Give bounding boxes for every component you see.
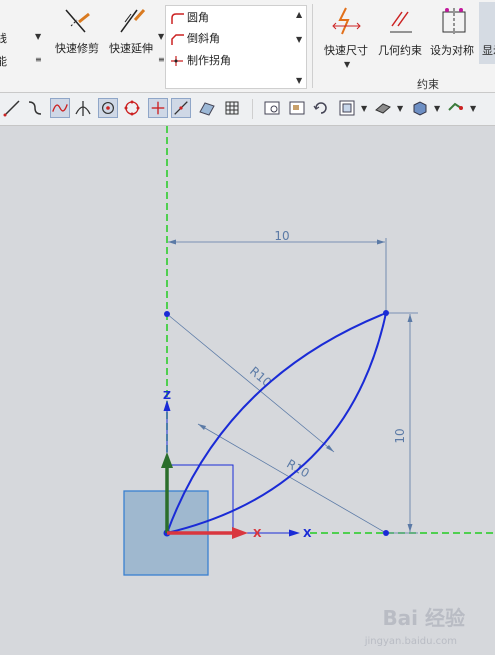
quick-trim-button[interactable]: 快速修剪 <box>52 4 104 64</box>
shaded-view-icon[interactable] <box>410 98 430 118</box>
ribbon: 线 能 ▼ ≡ 快速修剪 快速延伸 ▼ ≡ 圆角 倒斜角 制作拐角 ▲ ▼ ▼ … <box>0 0 495 93</box>
radius-dimension-upper[interactable]: R10 <box>166 313 335 453</box>
zoom-view-icon[interactable] <box>287 98 307 118</box>
csys-z-arrow-icon <box>161 452 173 468</box>
make-corner-icon <box>171 56 183 66</box>
set-symmetric-icon <box>442 8 466 34</box>
list-expand-icon[interactable]: ▼ <box>296 76 302 85</box>
fillet-item[interactable]: 圆角 <box>170 9 209 25</box>
quick-extend-icon <box>120 8 146 33</box>
radius-dimension-lower[interactable]: R10 <box>197 423 387 534</box>
geometric-constraint-button[interactable]: 几何约束 <box>376 4 426 64</box>
toolbar-separator <box>252 99 253 119</box>
dropdown-arrow-icon[interactable]: ▼ <box>344 60 350 69</box>
fit-view-icon[interactable] <box>262 98 282 118</box>
quick-trim-icon <box>65 9 90 33</box>
sketch-canvas[interactable]: 10 10 R10 R10 Z X X <box>0 126 495 655</box>
fillet-label: 圆角 <box>187 11 209 24</box>
radius-upper-value: R10 <box>247 364 274 390</box>
rotate-view-icon[interactable] <box>311 98 331 118</box>
horizontal-dimension[interactable]: 10 <box>168 229 387 312</box>
quick-extend-label: 快速延伸 <box>109 42 153 55</box>
quick-trim-label: 快速修剪 <box>55 42 99 55</box>
list-scroll-down-icon[interactable]: ▼ <box>296 35 302 44</box>
corner-tools-list: 圆角 倒斜角 制作拐角 <box>165 5 307 89</box>
make-corner-item[interactable]: 制作拐角 <box>170 52 231 68</box>
more-arrow-icon[interactable]: ≡ <box>35 55 42 64</box>
intersection-icon[interactable] <box>73 98 93 118</box>
quick-extend-button[interactable]: 快速延伸 <box>106 4 158 64</box>
arc-center-point-lower[interactable] <box>383 530 389 536</box>
show-constraints-button[interactable]: 显示 <box>479 2 495 64</box>
more-arrow-icon[interactable]: ≡ <box>158 55 165 64</box>
watermark-logo: Bai 经验 <box>382 606 465 630</box>
point-on-curve-icon[interactable] <box>171 98 191 118</box>
set-symmetric-button[interactable]: 设为对称 <box>429 4 479 64</box>
sketch-x-arrow-icon <box>289 529 300 537</box>
dropdown-arrow-icon[interactable]: ▼ <box>361 104 367 113</box>
snap-toolbar: ▼ ▼ ▼ ▼ <box>0 93 495 126</box>
edge-style-icon[interactable] <box>446 98 466 118</box>
make-corner-label: 制作拐角 <box>187 54 231 67</box>
z-axis-label: Z <box>163 389 171 402</box>
dropdown-arrow-icon[interactable]: ▼ <box>35 32 41 41</box>
chamfer-item[interactable]: 倒斜角 <box>170 30 220 46</box>
geometric-constraint-label: 几何约束 <box>378 44 422 57</box>
curve-snap-icon[interactable] <box>25 98 45 118</box>
chamfer-icon <box>171 34 184 45</box>
existing-point-icon[interactable] <box>148 98 168 118</box>
arc-end-point-top[interactable] <box>383 310 389 316</box>
list-scroll-up-icon[interactable]: ▲ <box>296 10 302 19</box>
geometric-constraint-icon <box>390 11 412 33</box>
vertical-dimension-value: 10 <box>393 428 407 443</box>
arc-center-point-upper[interactable] <box>164 311 170 317</box>
dropdown-arrow-icon[interactable]: ▼ <box>470 104 476 113</box>
blue-x-axis-label: X <box>303 527 312 540</box>
dropdown-arrow-icon[interactable]: ▼ <box>397 104 403 113</box>
red-x-axis-label: X <box>253 527 262 540</box>
quick-dimension-button[interactable]: 快速尺寸 ▼ <box>322 4 372 74</box>
quick-dimension-icon <box>332 7 361 35</box>
fillet-icon <box>171 13 184 24</box>
set-symmetric-label: 设为对称 <box>430 44 474 57</box>
ribbon-partial-label-2: 能 <box>0 55 7 68</box>
horizontal-dimension-value: 10 <box>274 229 289 243</box>
quick-dimension-label: 快速尺寸 <box>324 44 368 57</box>
ribbon-separator <box>312 4 313 88</box>
surface-point-icon[interactable] <box>197 98 217 118</box>
show-constraints-label: 显示 <box>482 44 495 57</box>
watermark-url: jingyan.baidu.com <box>364 636 457 647</box>
center-point-icon[interactable] <box>98 98 118 118</box>
csys-x-arrow-icon <box>232 527 248 539</box>
ribbon-partial-label-1: 线 <box>0 32 7 45</box>
orient-view-icon[interactable] <box>337 98 357 118</box>
constraints-group-label: 约束 <box>417 78 439 91</box>
vertical-dimension[interactable]: 10 <box>388 312 418 534</box>
dropdown-arrow-icon[interactable]: ▼ <box>434 104 440 113</box>
render-style-icon[interactable] <box>373 98 393 118</box>
chamfer-label: 倒斜角 <box>187 32 220 45</box>
dropdown-arrow-icon[interactable]: ▼ <box>158 32 164 41</box>
spline-snap-icon[interactable] <box>50 98 70 118</box>
line-snap-icon[interactable] <box>2 98 22 118</box>
quadrant-point-icon[interactable] <box>122 98 142 118</box>
grid-snap-icon[interactable] <box>222 98 242 118</box>
